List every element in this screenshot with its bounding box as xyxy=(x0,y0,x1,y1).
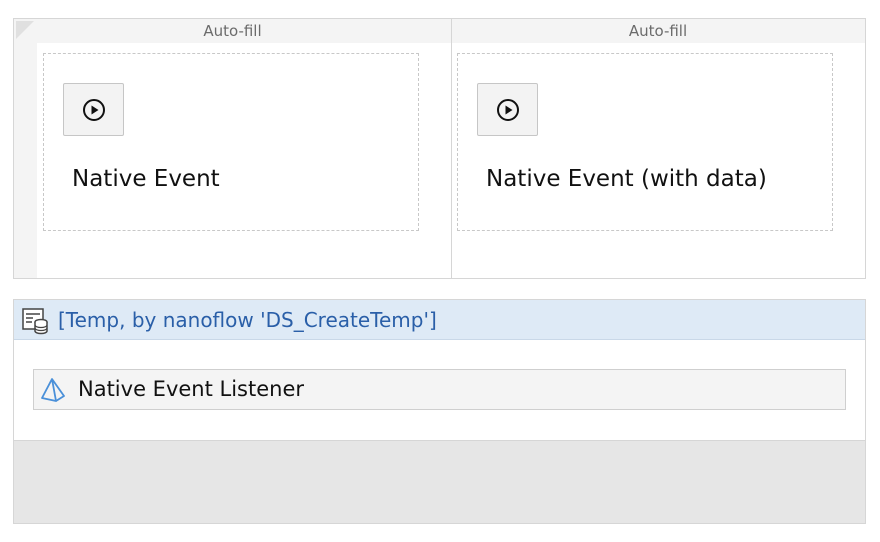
native-event-button[interactable] xyxy=(63,83,124,136)
native-event-label: Native Event xyxy=(72,166,220,192)
container-1[interactable] xyxy=(43,53,419,231)
play-circle-icon xyxy=(496,98,519,121)
data-view-footer[interactable] xyxy=(14,440,865,523)
column-1-header[interactable]: Auto-fill xyxy=(14,19,451,43)
data-view[interactable]: [Temp, by nanoflow 'DS_CreateTemp'] Nati… xyxy=(13,299,866,524)
widget-label: Native Event Listener xyxy=(78,377,304,401)
pluggable-widget-pyramid-icon xyxy=(41,378,65,402)
container-2[interactable] xyxy=(457,53,833,231)
native-event-with-data-button[interactable] xyxy=(477,83,538,136)
dataview-database-icon xyxy=(22,308,48,335)
column-2-header[interactable]: Auto-fill xyxy=(451,19,865,43)
data-view-header[interactable]: [Temp, by nanoflow 'DS_CreateTemp'] xyxy=(14,300,865,340)
native-event-listener-widget[interactable]: Native Event Listener xyxy=(33,369,846,410)
play-circle-icon xyxy=(82,98,105,121)
data-view-title: [Temp, by nanoflow 'DS_CreateTemp'] xyxy=(58,308,437,332)
native-event-with-data-label: Native Event (with data) xyxy=(486,166,767,192)
